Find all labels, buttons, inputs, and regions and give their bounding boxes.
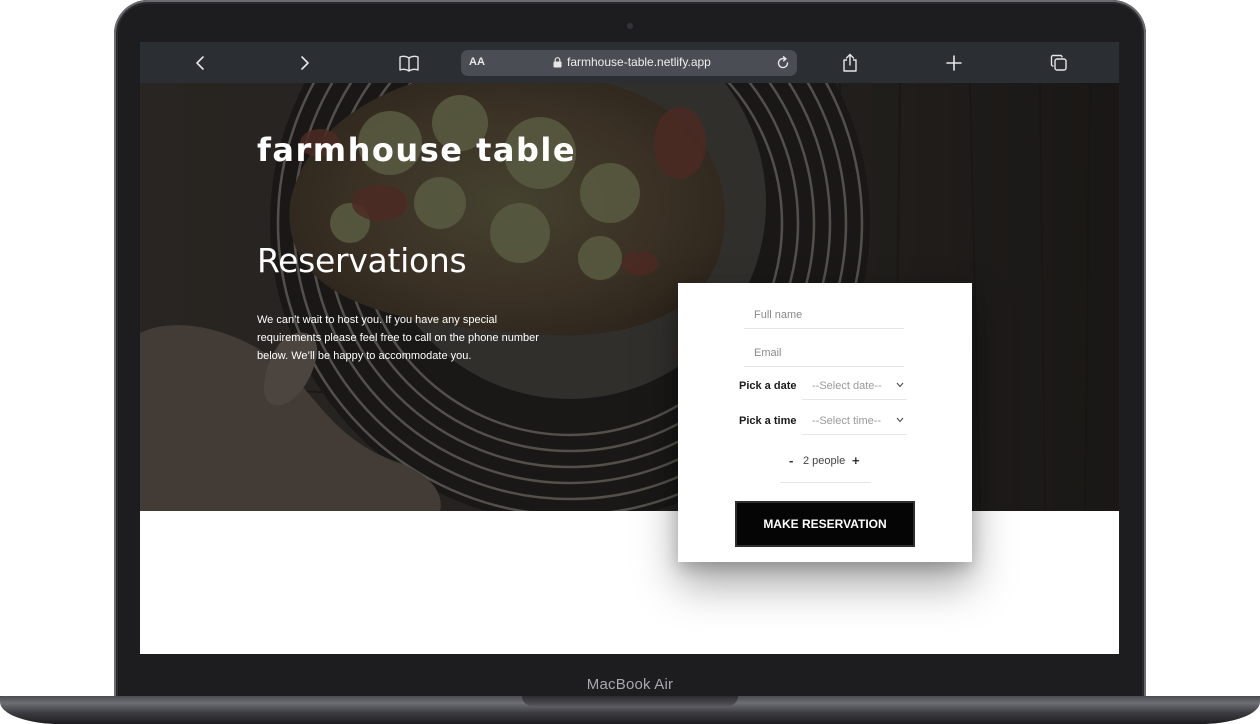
reload-button[interactable] (773, 53, 793, 73)
full-name-input[interactable] (744, 301, 904, 329)
party-size-stepper: - 2 people + (780, 449, 871, 483)
date-label: Pick a date (739, 380, 797, 392)
page-title: Reservations (257, 241, 467, 280)
time-select-value: --Select time-- (812, 415, 882, 427)
device-label: MacBook Air (586, 676, 674, 693)
chevron-right-icon (301, 56, 309, 70)
party-size-value: 2 people (803, 455, 846, 467)
reservation-form-card: Pick a date --Select date-- Pick a time … (678, 283, 972, 562)
email-input[interactable] (744, 339, 904, 367)
url-text: farmhouse-table.netlify.app (567, 55, 711, 69)
book-icon (399, 55, 419, 72)
date-select-value: --Select date-- (812, 380, 882, 392)
text-size-button[interactable]: AA (469, 56, 485, 68)
time-label: Pick a time (739, 415, 797, 427)
browser-toolbar: AA farmhouse-table.netlify.app (140, 42, 1119, 83)
tabs-overview-button[interactable] (1046, 50, 1072, 76)
chevron-down-icon (896, 417, 904, 423)
tabs-icon (1050, 54, 1067, 71)
date-select[interactable]: --Select date-- (802, 375, 907, 400)
share-icon (843, 53, 857, 72)
address-bar[interactable]: AA farmhouse-table.netlify.app (461, 50, 797, 76)
laptop-hinge-notch (522, 696, 738, 706)
new-tab-button[interactable] (941, 50, 967, 76)
plus-icon (946, 55, 962, 71)
device-mockup: AA farmhouse-table.netlify.app farmhouse… (0, 0, 1260, 724)
forward-button[interactable] (291, 50, 317, 76)
decrement-button[interactable]: - (789, 453, 793, 468)
browser-screen: AA farmhouse-table.netlify.app farmhouse… (140, 42, 1119, 654)
bookmarks-button[interactable] (396, 50, 422, 76)
url-display: farmhouse-table.netlify.app (553, 55, 711, 69)
back-button[interactable] (188, 50, 214, 76)
reload-icon (777, 56, 789, 69)
time-select[interactable]: --Select time-- (802, 410, 907, 435)
increment-button[interactable]: + (852, 453, 860, 468)
hero-section: farmhouse table Reservations We can’t wa… (140, 83, 1119, 511)
chevron-left-icon (196, 56, 204, 70)
make-reservation-button[interactable]: MAKE RESERVATION (735, 501, 915, 547)
camera-dot (627, 23, 633, 29)
chevron-down-icon (896, 382, 904, 388)
share-button[interactable] (837, 50, 863, 76)
intro-text: We can’t wait to host you. If you have a… (257, 314, 539, 362)
lock-icon (553, 56, 562, 67)
brand-logo[interactable]: farmhouse table (257, 131, 576, 169)
